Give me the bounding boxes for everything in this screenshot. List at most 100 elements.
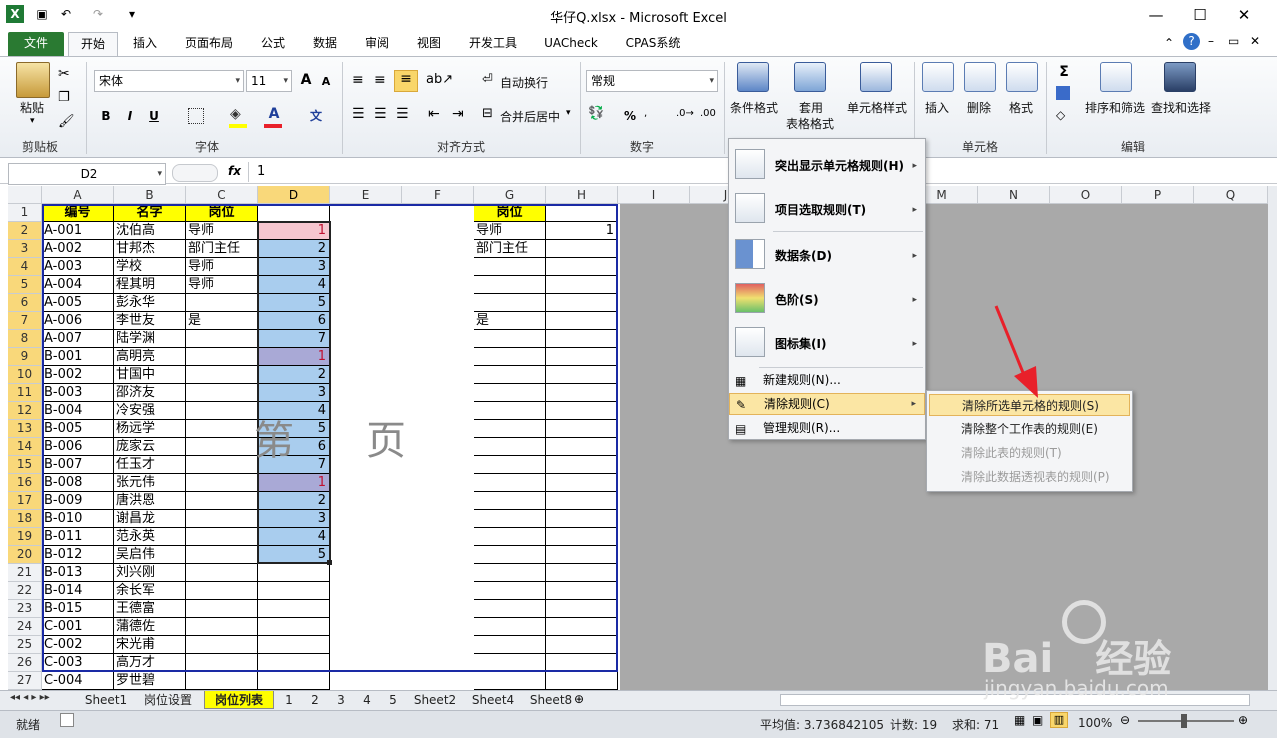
close-button[interactable]: ✕: [1222, 2, 1266, 28]
sort-filter-icon[interactable]: [1100, 62, 1132, 92]
cell-c25[interactable]: [186, 636, 258, 654]
row-header[interactable]: 9: [8, 348, 42, 366]
cell-g13[interactable]: [474, 420, 546, 438]
align-bottom-button[interactable]: ≡: [394, 70, 418, 92]
conditional-format-button[interactable]: 条件格式: [728, 99, 780, 116]
cell-a13[interactable]: B-005: [42, 420, 114, 438]
cell-h6[interactable]: [546, 294, 618, 312]
row-header[interactable]: 4: [8, 258, 42, 276]
row-header[interactable]: 21: [8, 564, 42, 582]
borders-icon[interactable]: [188, 108, 204, 124]
cell-g15[interactable]: [474, 456, 546, 474]
cell-g27[interactable]: [474, 672, 546, 690]
cell-d26[interactable]: [258, 654, 330, 672]
cell-d18[interactable]: 3: [258, 510, 330, 528]
paste-button[interactable]: 粘贴: [10, 99, 54, 116]
help-icon[interactable]: ?: [1183, 33, 1200, 50]
cell-h16[interactable]: [546, 474, 618, 492]
cell-d27[interactable]: [258, 672, 330, 690]
cell-d3[interactable]: 2: [258, 240, 330, 258]
cell-a20[interactable]: B-012: [42, 546, 114, 564]
cell-d4[interactable]: 3: [258, 258, 330, 276]
cell-c26[interactable]: [186, 654, 258, 672]
sheet-tab[interactable]: Sheet1: [80, 691, 132, 709]
cell-h14[interactable]: [546, 438, 618, 456]
column-header-q[interactable]: Q: [1194, 186, 1268, 204]
cell-b8[interactable]: 陆学渊: [114, 330, 186, 348]
column-header-d[interactable]: D: [258, 186, 330, 204]
sheet-tab[interactable]: 2: [304, 691, 326, 709]
cell-c15[interactable]: [186, 456, 258, 474]
row-header[interactable]: 17: [8, 492, 42, 510]
cell-h2[interactable]: 1: [546, 222, 618, 240]
wrap-text-button[interactable]: 自动换行: [500, 74, 548, 91]
column-header-n[interactable]: N: [978, 186, 1050, 204]
merge-dropdown-icon[interactable]: ▾: [566, 108, 571, 118]
cell-c12[interactable]: [186, 402, 258, 420]
fill-handle[interactable]: [327, 560, 332, 565]
cell-h18[interactable]: [546, 510, 618, 528]
font-name-combo[interactable]: 宋体 ▾: [94, 70, 244, 92]
italic-button[interactable]: I: [120, 106, 140, 126]
format-painter-icon[interactable]: 🖌: [58, 114, 75, 129]
cell-a24[interactable]: C-001: [42, 618, 114, 636]
cell-c21[interactable]: [186, 564, 258, 582]
cell-b5[interactable]: 程其明: [114, 276, 186, 294]
row-header[interactable]: 14: [8, 438, 42, 456]
cell-a21[interactable]: B-013: [42, 564, 114, 582]
cell-g18[interactable]: [474, 510, 546, 528]
format-cells-button[interactable]: 格式: [1004, 99, 1038, 116]
column-header-o[interactable]: O: [1050, 186, 1122, 204]
zoom-out-icon[interactable]: ⊖: [1120, 713, 1130, 727]
menu-color-scales[interactable]: 色阶(S) ▸: [729, 279, 925, 319]
column-header-b[interactable]: B: [114, 186, 186, 204]
cell-c10[interactable]: [186, 366, 258, 384]
cell-h9[interactable]: [546, 348, 618, 366]
cell-b20[interactable]: 吴启伟: [114, 546, 186, 564]
cell-b25[interactable]: 宋光甫: [114, 636, 186, 654]
cell-g23[interactable]: [474, 600, 546, 618]
merge-center-button[interactable]: 合并后居中: [500, 108, 560, 125]
cell-h23[interactable]: [546, 600, 618, 618]
cell-d23[interactable]: [258, 600, 330, 618]
cell-d21[interactable]: [258, 564, 330, 582]
menu-manage-rules[interactable]: ▤ 管理规则(R)...: [729, 417, 925, 439]
paste-dropdown-icon[interactable]: ▾: [30, 116, 35, 126]
cell-h22[interactable]: [546, 582, 618, 600]
cell-c18[interactable]: [186, 510, 258, 528]
cell-a26[interactable]: C-003: [42, 654, 114, 672]
format-cells-icon[interactable]: [1006, 62, 1038, 92]
column-header-f[interactable]: F: [402, 186, 474, 204]
cell-b15[interactable]: 任玉才: [114, 456, 186, 474]
cell-b13[interactable]: 杨远学: [114, 420, 186, 438]
row-header[interactable]: 10: [8, 366, 42, 384]
cell-b22[interactable]: 余长军: [114, 582, 186, 600]
insert-cells-button[interactable]: 插入: [920, 99, 954, 116]
cell-c19[interactable]: [186, 528, 258, 546]
row-header[interactable]: 5: [8, 276, 42, 294]
wrap-text-icon[interactable]: ⏎: [482, 72, 493, 87]
row-header[interactable]: 2: [8, 222, 42, 240]
sheet-tab[interactable]: 1: [278, 691, 300, 709]
tab-review[interactable]: 审阅: [354, 32, 400, 56]
cell-d10[interactable]: 2: [258, 366, 330, 384]
tab-file[interactable]: 文件: [8, 32, 64, 56]
row-header[interactable]: 6: [8, 294, 42, 312]
cell-b7[interactable]: 李世友: [114, 312, 186, 330]
cell-a10[interactable]: B-002: [42, 366, 114, 384]
cell-h25[interactable]: [546, 636, 618, 654]
cell-c22[interactable]: [186, 582, 258, 600]
number-format-combo[interactable]: 常规 ▾: [586, 70, 718, 92]
increase-decimal-icon[interactable]: .0→: [676, 108, 694, 119]
menu-data-bars[interactable]: 数据条(D) ▸: [729, 235, 925, 275]
sheet-nav-icon[interactable]: ◂◂ ◂ ▸ ▸▸: [10, 692, 50, 703]
row-header[interactable]: 24: [8, 618, 42, 636]
cell-a15[interactable]: B-007: [42, 456, 114, 474]
cell-h4[interactable]: [546, 258, 618, 276]
cell-a12[interactable]: B-004: [42, 402, 114, 420]
cell-d25[interactable]: [258, 636, 330, 654]
percent-button[interactable]: %: [620, 106, 640, 126]
cell-b26[interactable]: 高万才: [114, 654, 186, 672]
sheet-tab[interactable]: 3: [330, 691, 352, 709]
column-header-p[interactable]: P: [1122, 186, 1194, 204]
